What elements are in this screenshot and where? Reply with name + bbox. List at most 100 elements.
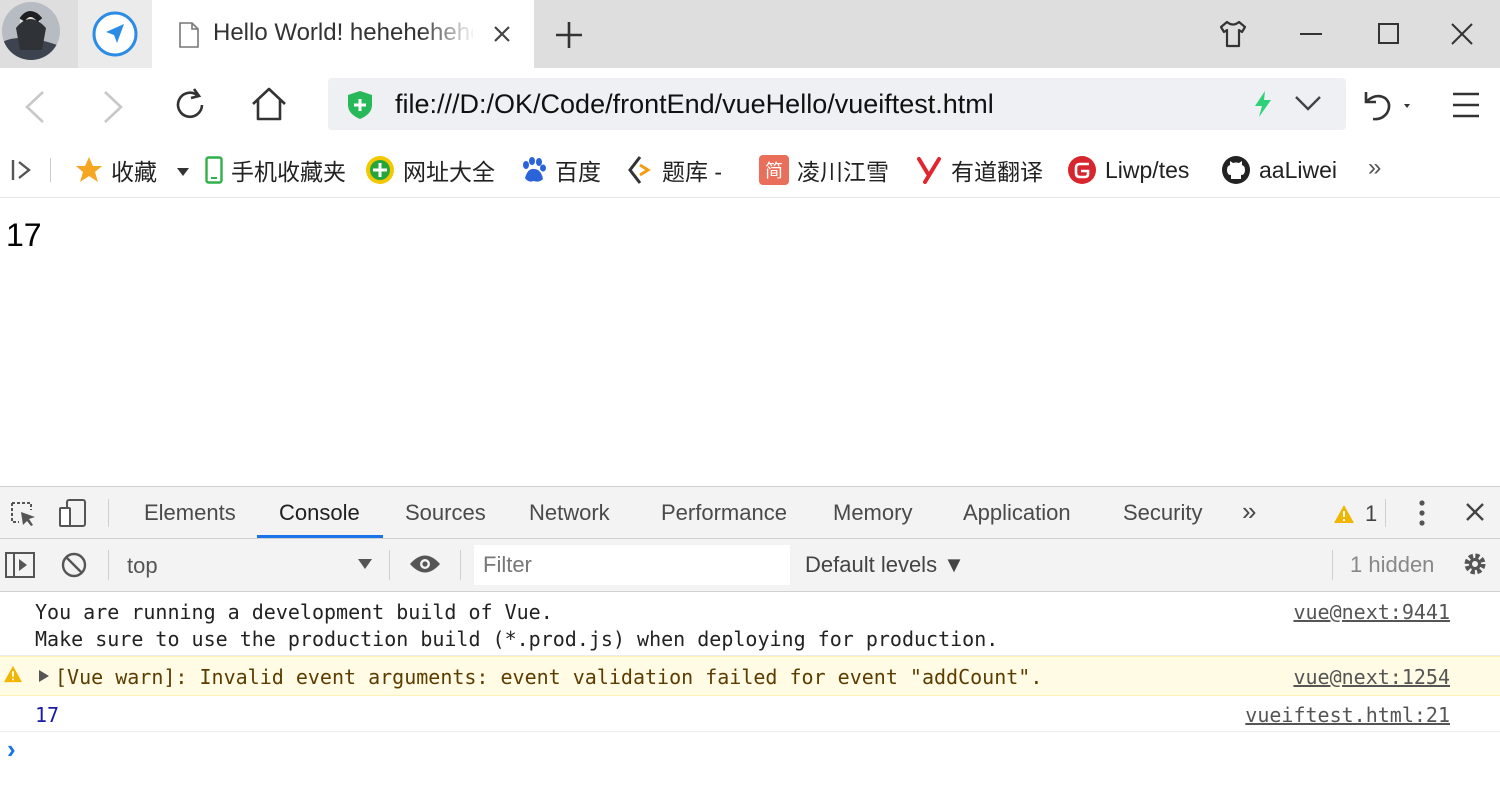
navigator-button[interactable] [78, 0, 152, 68]
home-button[interactable] [250, 86, 288, 122]
context-dropdown-icon [358, 559, 372, 569]
bookmark-label: 有道翻译 [951, 159, 1043, 185]
counter-divider [1385, 499, 1386, 527]
devtools-panel: Elements Console Sources Network Perform… [0, 486, 1500, 812]
close-tab-icon[interactable] [492, 24, 512, 44]
expand-triangle-icon[interactable] [39, 670, 49, 682]
inspect-element-icon[interactable] [9, 500, 37, 528]
github-icon [1221, 155, 1251, 185]
close-devtools-button[interactable] [1465, 502, 1485, 522]
skin-button[interactable] [1213, 14, 1253, 54]
bookmark-site-directory[interactable]: 网址大全 [365, 154, 495, 186]
bookmark-mobile[interactable]: 手机收藏夹 [205, 154, 346, 186]
device-toolbar-icon[interactable] [58, 498, 88, 528]
bookmarks-divider [50, 158, 51, 182]
bookmark-jianshu[interactable]: 简 凌川江雪 [759, 154, 889, 186]
back-button[interactable] [22, 90, 48, 124]
clear-console-icon[interactable] [61, 552, 87, 578]
more-tabs-button[interactable]: » [1242, 496, 1256, 527]
bookmark-gitee[interactable]: Liwp/tes [1067, 154, 1199, 186]
reload-icon [176, 88, 204, 119]
close-window-button[interactable] [1442, 14, 1482, 54]
minimize-icon [1300, 33, 1322, 35]
bookmarks-overflow-button[interactable]: » [1368, 154, 1381, 182]
console-message-warning: [Vue warn]: Invalid event arguments: eve… [0, 656, 1500, 696]
active-tab-indicator [257, 535, 383, 538]
devtools-tab-network[interactable]: Network [529, 500, 610, 526]
shirt-icon [1219, 20, 1247, 48]
browser-tab[interactable]: Hello World! hehehehehe [152, 0, 534, 68]
youdao-icon [917, 156, 943, 184]
secure-shield-icon [346, 90, 374, 120]
message-value: 17 [35, 703, 60, 727]
maximize-button[interactable] [1369, 14, 1409, 54]
bookmark-tiku[interactable]: 题库 - [626, 154, 732, 186]
user-avatar[interactable] [2, 2, 60, 60]
hamburger-menu-icon [1453, 92, 1479, 118]
log-levels-dropdown[interactable]: Default levels ▼ [805, 552, 965, 578]
devtools-tab-application[interactable]: Application [963, 500, 1071, 526]
bookmark-favorites[interactable]: 收藏 [75, 154, 157, 186]
back-arrow-icon [25, 91, 44, 123]
kebab-menu-icon [1419, 500, 1425, 526]
forward-button[interactable] [100, 90, 126, 124]
bookmark-label: 收藏 [111, 159, 157, 185]
show-console-sidebar-icon[interactable] [5, 552, 35, 578]
warning-icon [3, 665, 23, 683]
document-icon [178, 22, 200, 48]
browser-toolbar: file:///D:/OK/Code/frontEnd/vueHello/vue… [0, 68, 1500, 142]
svg-text:简: 简 [765, 161, 783, 182]
warning-count: 1 [1365, 501, 1378, 526]
bookmark-github[interactable]: aaLiwei [1221, 154, 1339, 186]
address-bar[interactable]: file:///D:/OK/Code/frontEnd/vueHello/vue… [328, 78, 1346, 130]
context-selector[interactable]: top [110, 539, 386, 591]
address-dropdown-icon[interactable] [1294, 94, 1322, 112]
new-tab-button[interactable] [554, 20, 584, 50]
devtools-tab-security[interactable]: Security [1123, 500, 1202, 526]
message-source-link[interactable]: vue@next:9441 [1293, 600, 1450, 624]
favorites-dropdown-icon[interactable] [177, 168, 189, 176]
speed-mode-icon[interactable] [1252, 90, 1274, 118]
console-filter-input[interactable] [474, 545, 790, 585]
warning-icon [1333, 504, 1355, 524]
bookmark-baidu[interactable]: 百度 [519, 154, 601, 186]
devtools-menu-button[interactable] [1417, 499, 1427, 527]
bookmark-label: aaLiwei [1259, 156, 1337, 183]
bookmark-label: Liwp/tes [1105, 156, 1190, 183]
close-icon [1451, 23, 1473, 45]
tabs-divider [108, 499, 109, 527]
message-source-link[interactable]: vueiftest.html:21 [1245, 703, 1450, 727]
bookmarks-bar: 收藏 手机收藏夹 网址大全 百度 题库 - 简 凌川江雪 有道翻译 Liwp/t… [0, 142, 1500, 198]
jianshu-icon: 简 [759, 155, 789, 185]
plus-icon [556, 22, 582, 48]
message-source-link[interactable]: vue@next:1254 [1293, 665, 1450, 689]
main-menu-button[interactable] [1452, 92, 1480, 118]
bookmark-youdao[interactable]: 有道翻译 [917, 154, 1043, 186]
devtools-tab-performance[interactable]: Performance [661, 500, 787, 526]
site-directory-icon [365, 155, 395, 185]
message-line: Make sure to use the production build (*… [35, 627, 999, 651]
console-settings-button[interactable] [1461, 550, 1489, 578]
filter-divider [389, 550, 390, 580]
filter-divider [1332, 550, 1333, 580]
page-count-text: 17 [6, 217, 42, 253]
undo-icon [1364, 92, 1410, 121]
sidebar-toggle-icon[interactable] [10, 158, 34, 182]
minimize-button[interactable] [1291, 14, 1331, 54]
console-prompt-row[interactable]: › [0, 732, 1500, 772]
devtools-tab-memory[interactable]: Memory [833, 500, 912, 526]
devtools-tab-sources[interactable]: Sources [405, 500, 486, 526]
devtools-tab-console[interactable]: Console [279, 500, 360, 526]
reload-button[interactable] [172, 87, 208, 123]
phone-icon [205, 156, 223, 184]
bookmark-label: 凌川江雪 [797, 159, 889, 185]
warnings-counter[interactable]: 1 [1333, 501, 1377, 527]
live-expression-eye-icon[interactable] [409, 553, 441, 575]
console-filter-container [474, 545, 790, 585]
address-url[interactable]: file:///D:/OK/Code/frontEnd/vueHello/vue… [395, 89, 994, 120]
undo-close-button[interactable] [1360, 88, 1416, 124]
filter-divider [108, 550, 109, 580]
tab-title-fade [420, 10, 476, 60]
devtools-tab-elements[interactable]: Elements [144, 500, 236, 526]
console-prompt-icon: › [7, 734, 16, 764]
